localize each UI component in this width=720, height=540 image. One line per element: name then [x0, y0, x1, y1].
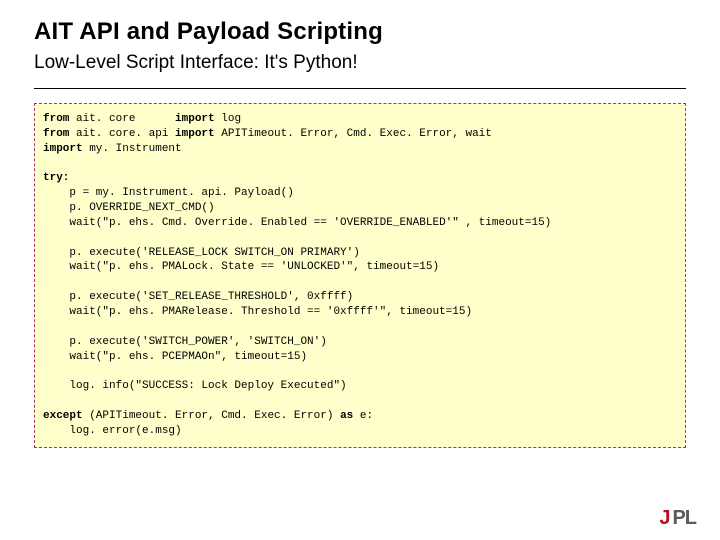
divider: [34, 88, 686, 89]
footer-logo: JPL: [659, 507, 696, 530]
slide-subtitle: Low-Level Script Interface: It's Python!: [34, 52, 686, 74]
slide: AIT API and Payload Scripting Low-Level …: [0, 0, 720, 540]
code-block: from ait. core import log from ait. core…: [34, 103, 686, 448]
slide-title: AIT API and Payload Scripting: [34, 18, 686, 46]
logo-part-j: J: [659, 507, 669, 530]
logo-part-pl: PL: [672, 507, 696, 530]
